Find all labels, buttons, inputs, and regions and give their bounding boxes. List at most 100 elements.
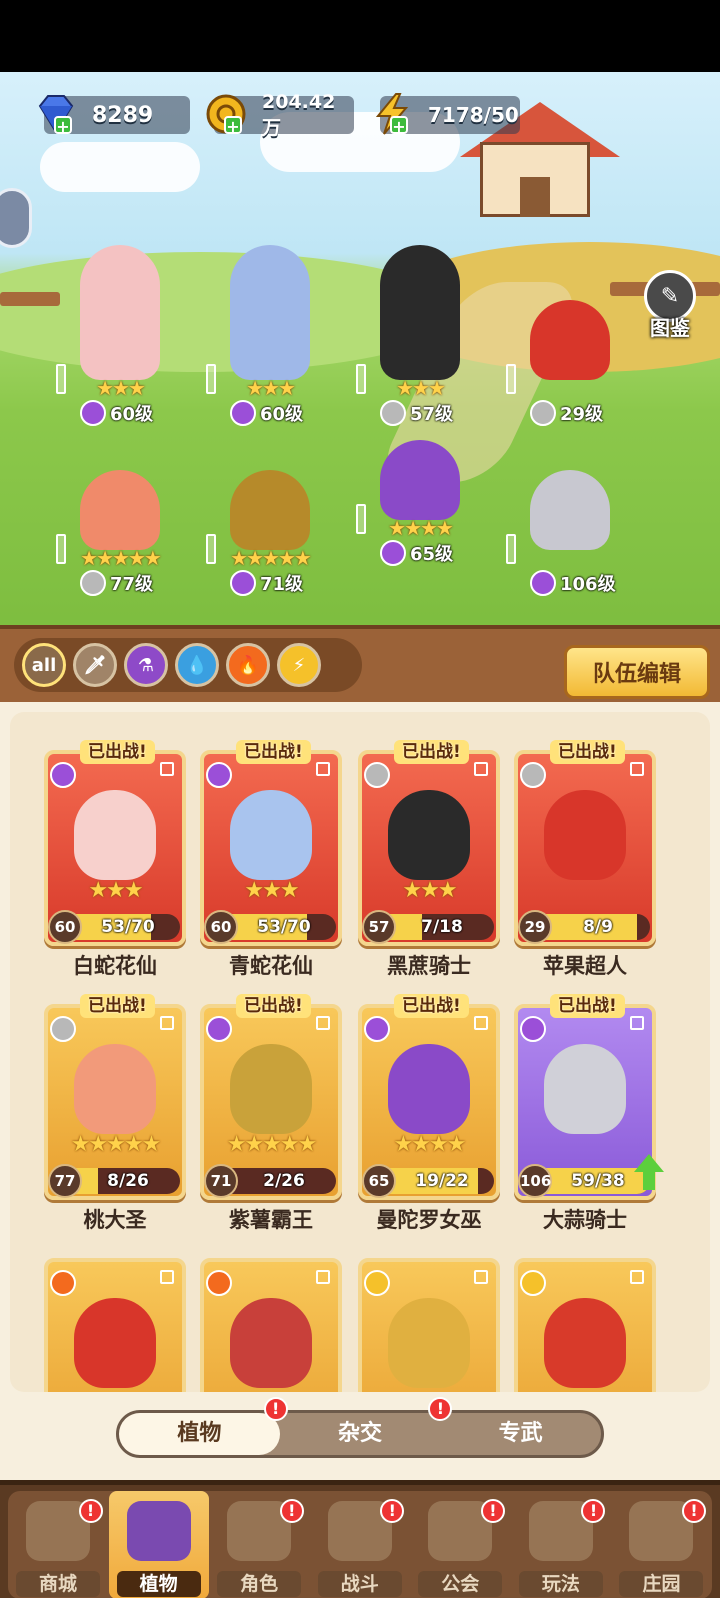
nav-label: 植物 [116,1571,201,1597]
card-level: 29 [518,910,552,944]
nav-plants[interactable]: 植物 [108,1491,210,1598]
hero-level-text: 60级 [260,404,304,425]
lightning-icon: + [368,90,416,138]
team-hero[interactable]: 29级 [506,300,630,470]
hero-sprite [80,470,160,550]
plant-card[interactable]: 已出战! 59/38 106 大蒜骑士 [514,994,664,1232]
filter-potion[interactable]: ⚗ [124,643,168,687]
purple-icon [80,400,106,426]
alert-badge-icon: ! [682,1499,707,1523]
plant-card[interactable] [200,1258,342,1392]
hero-level-text: 29级 [560,404,604,425]
plant-name: 黑蔗骑士 [387,954,471,978]
nav-label: 商城 [16,1571,100,1597]
slot-marker-icon [160,762,174,776]
card-level: 60 [48,910,82,944]
nav-manor[interactable]: 庄园 ! [611,1491,712,1598]
nav-character[interactable]: 角色 ! [209,1491,310,1598]
hero-level: 57级 [380,400,480,426]
plant-card[interactable]: 已出战! ★★★★★ 8/26 77 桃大圣 [44,994,186,1232]
filter-water[interactable]: 💧 [175,643,219,687]
team-hero[interactable]: ★★★ 57级 [356,245,480,426]
filter-fire[interactable]: 🔥 [226,643,270,687]
slot-marker-icon [316,1016,330,1030]
plant-name: 青蛇花仙 [229,954,313,978]
card-stars: ★★★★★ [226,1132,318,1157]
team-hero[interactable]: ★★★★★ 77级 [56,470,180,640]
alert-badge-icon: ! [279,1499,304,1523]
slot-marker-icon [630,762,644,776]
lightning-icon [520,1270,546,1296]
team-hero[interactable]: ★★★ 60级 [56,245,180,426]
nav-guild[interactable]: 公会 ! [410,1491,511,1598]
water-drop-icon: 💧 [185,654,209,676]
slot-marker-icon [474,1270,488,1284]
team-hero[interactable]: ★★★★ 65级 [356,440,480,610]
plus-icon[interactable]: + [390,116,408,136]
alert-badge-icon: ! [380,1499,405,1523]
plant-card[interactable]: 已出战! ★★★ 7/18 57 黑蔗骑士 [358,740,500,978]
plant-card[interactable] [514,1258,656,1392]
fence [0,292,60,306]
plant-portrait [74,790,156,880]
filter-sword[interactable]: 🗡 [73,643,117,687]
plant-card[interactable]: 已出战! ★★★ 53/70 60 白蛇花仙 [44,740,186,978]
plant-card[interactable]: 已出战! ★★★★★ 2/26 71 紫薯霸王 [200,994,342,1232]
plant-name: 紫薯霸王 [229,1208,313,1232]
plant-portrait [230,790,312,880]
side-menu-button[interactable] [0,188,32,248]
filter-lightning[interactable]: ⚡ [277,643,321,687]
card-stars: ★★★★★ [70,1132,162,1157]
slot-marker-icon [474,762,488,776]
hero-stars: ★★★ [96,376,146,400]
nav-label: 战斗 [317,1571,402,1597]
team-hero[interactable]: 106级 [506,470,630,640]
hero-level-text: 60级 [110,404,154,425]
plant-card[interactable] [358,1258,500,1392]
slot-marker-icon [506,534,516,564]
plant-name: 大蒜骑士 [543,1208,627,1232]
plant-card[interactable]: 已出战! ★★★ 53/70 60 青蛇花仙 [200,740,342,978]
purple-icon [206,762,232,788]
alert-badge-icon: ! [78,1499,103,1523]
sword-icon [364,762,390,788]
plant-card[interactable]: 已出战! ★★★★ 19/22 65 曼陀罗女巫 [358,994,500,1232]
slot-marker-icon [630,1016,644,1030]
deployed-badge: 已出战! [80,994,155,1018]
nav-battle[interactable]: 战斗 ! [310,1491,411,1598]
plus-icon[interactable]: + [54,116,72,136]
gold-counter[interactable]: + 204.42万 [206,91,354,139]
nav-gameplay[interactable]: 玩法 ! [511,1491,612,1598]
plant-portrait [544,790,626,880]
plant-card[interactable] [44,1258,186,1392]
sword-icon [520,762,546,788]
tab-exclusive-weapon[interactable]: 专武 [440,1413,601,1455]
hero-level: 60级 [80,400,180,426]
alert-badge-icon: ! [480,1499,505,1523]
tab-plants[interactable]: 植物! [119,1397,288,1455]
codex-button[interactable]: ✎ 图鉴 [642,270,698,340]
hero-level: 60级 [230,400,330,426]
sword-icon [50,1016,76,1042]
filter-all[interactable]: all [22,643,66,687]
plant-card[interactable]: 已出战! 8/9 29 苹果超人 [514,740,656,978]
card-stars: ★★★★ [393,1132,467,1157]
energy-counter[interactable]: + 7178/50 [375,93,520,136]
hero-stars: ★★★ [246,376,296,400]
plant-portrait [388,790,470,880]
tab-hybrid[interactable]: 杂交! [280,1397,453,1455]
plus-icon[interactable]: + [224,116,242,136]
purple-icon [50,762,76,788]
plant-portrait [74,1298,156,1388]
team-hero[interactable]: ★★★★★ 71级 [206,470,330,640]
gem-counter[interactable]: + 8289 [38,95,190,136]
team-edit-button[interactable]: 队伍编辑 [564,645,710,699]
team-hero[interactable]: ★★★ 60级 [206,245,330,426]
nav-shop[interactable]: 商城 ! [8,1491,109,1598]
nav-label: 庄园 [619,1571,704,1597]
gold-coin-icon: + [202,90,250,138]
sword-icon [80,570,106,596]
tab-hybrid-label: 杂交 [338,1421,383,1446]
card-level: 65 [362,1164,396,1198]
plant-portrait [230,1044,312,1134]
